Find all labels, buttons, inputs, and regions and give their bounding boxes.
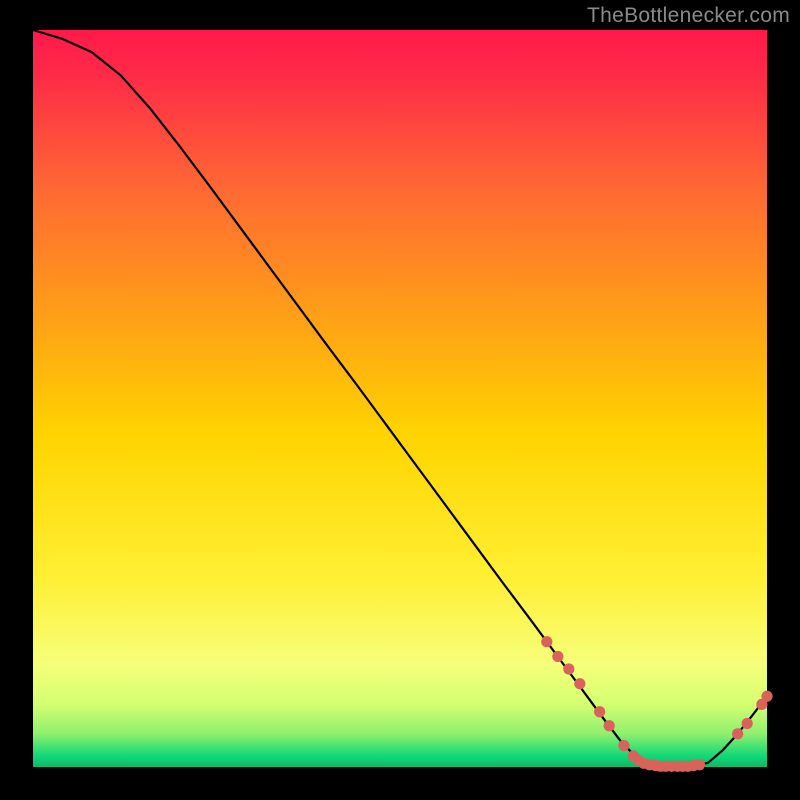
data-marker: [742, 718, 753, 729]
data-marker: [563, 663, 574, 674]
data-marker: [732, 728, 743, 739]
data-marker: [618, 740, 629, 751]
data-marker: [761, 691, 772, 702]
data-marker: [594, 706, 605, 717]
data-marker: [552, 651, 563, 662]
data-marker: [574, 678, 585, 689]
data-marker: [694, 759, 705, 770]
chart-stage: TheBottlenecker.com: [0, 0, 800, 800]
watermark-text: TheBottlenecker.com: [587, 4, 790, 28]
data-marker: [541, 636, 552, 647]
data-marker: [604, 720, 615, 731]
plot-background: [33, 30, 767, 767]
bottleneck-chart: [0, 0, 800, 800]
